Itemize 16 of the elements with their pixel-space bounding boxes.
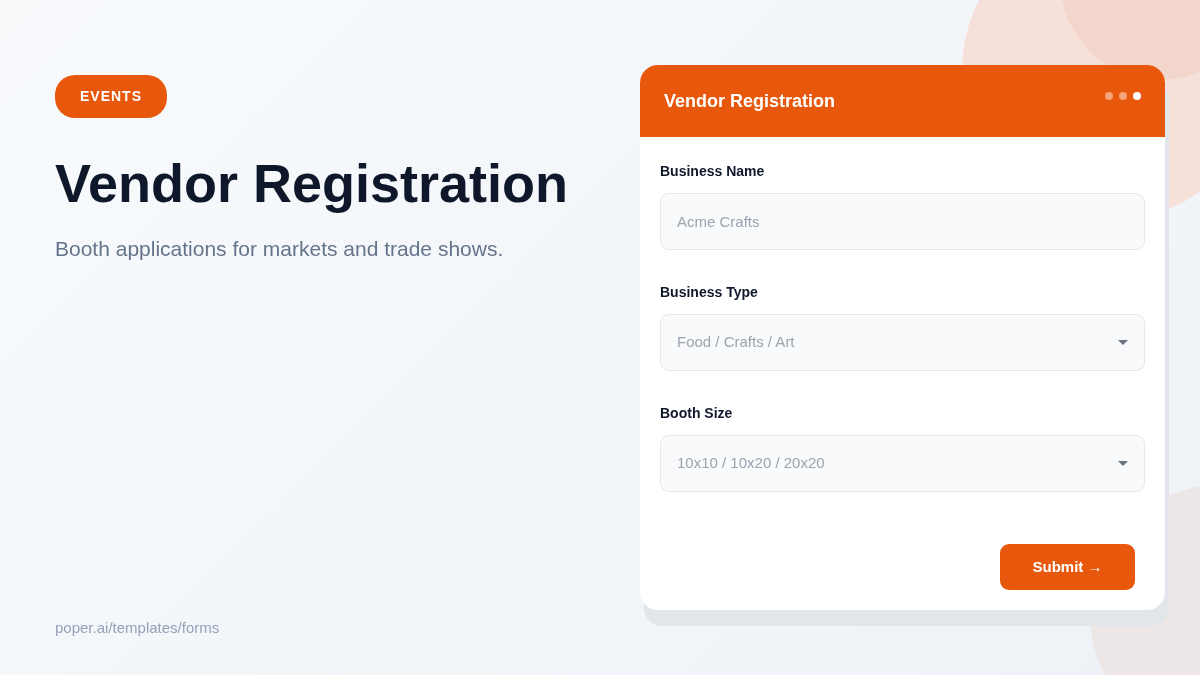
field-label: Business Type <box>660 283 759 302</box>
form-title: Vendor Registration <box>664 89 836 113</box>
caret-icon <box>1118 340 1128 345</box>
category-tag: EVENTS <box>55 75 167 118</box>
submit-button[interactable]: Submit → <box>1000 544 1135 590</box>
dropdown-field[interactable]: 10x10 / 10x20 / 20x20 <box>660 435 1145 492</box>
dropdown-field[interactable]: Food / Crafts / Art <box>660 314 1145 371</box>
caret-icon <box>1118 461 1128 466</box>
field-label: Booth Size <box>660 404 734 423</box>
field-label: Business Name <box>660 162 766 181</box>
dropdown-placeholder: 10x10 / 10x20 / 20x20 <box>677 453 825 474</box>
dropdown-placeholder: Food / Crafts / Art <box>677 332 795 353</box>
page-title: Vendor Registration <box>55 154 570 214</box>
footer-link[interactable]: poper.ai/templates/forms <box>55 616 640 639</box>
text-field[interactable]: Acme Crafts <box>660 193 1145 250</box>
page-subtitle: Booth applications for markets and trade shows. <box>55 236 505 263</box>
